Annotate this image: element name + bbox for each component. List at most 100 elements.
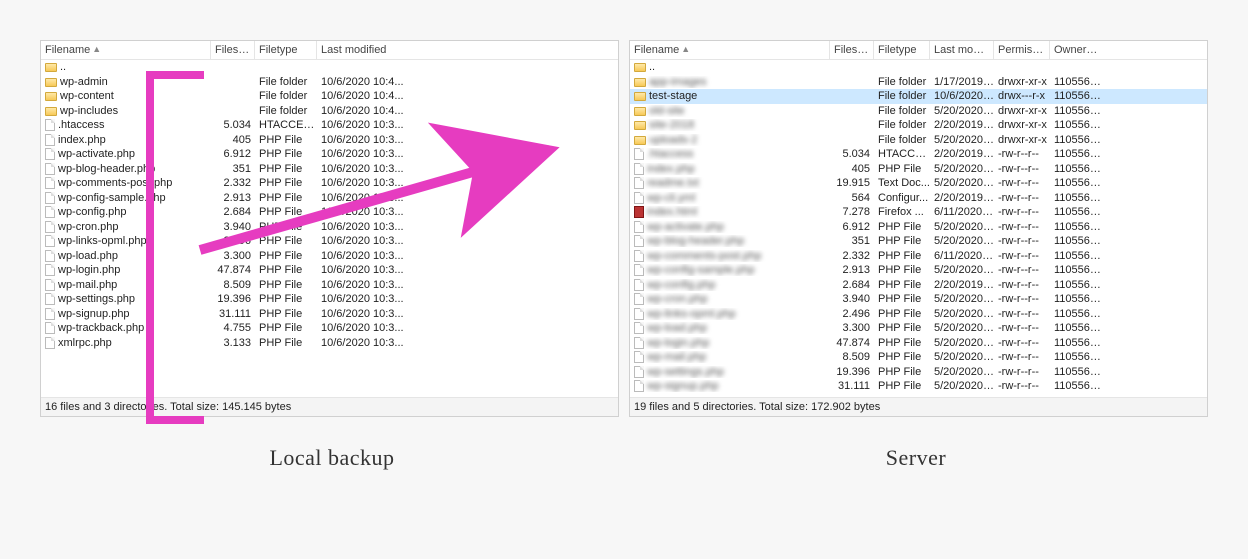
file-row[interactable]: wp-comments-post.php2.332PHP File10/6/20… [41,176,618,191]
file-row[interactable]: wp-cli.yml564Configur...2/20/2019 ...-rw… [630,191,1207,206]
cell-mod: 5/20/2020 ... [934,366,998,378]
cell-perm: -rw-r--r-- [998,337,1054,349]
file-row[interactable]: readme.txt19.915Text Doc...5/20/2020 ...… [630,176,1207,191]
cell-size: 31.111 [215,308,259,320]
column-header[interactable]: Filename▲ [630,41,830,59]
column-header[interactable]: Filesize [211,41,255,59]
file-name: wp-config-sample.php [58,192,166,204]
cell-perm: -rw-r--r-- [998,366,1054,378]
file-row[interactable]: .. [41,60,618,75]
folder-icon [634,92,646,101]
file-row[interactable]: app-imagesFile folder1/17/2019 ...drwxr-… [630,75,1207,90]
column-header[interactable]: Last modified [317,41,413,59]
cell-mod: 5/20/2020 ... [934,134,998,146]
column-header[interactable]: Permissi... [994,41,1050,59]
file-row[interactable]: wp-login.php47.874PHP File10/6/2020 10:3… [41,263,618,278]
file-row[interactable]: wp-comments-post.php2.332PHP File6/11/20… [630,249,1207,264]
file-row[interactable]: wp-blog-header.php351PHP File5/20/2020 .… [630,234,1207,249]
file-icon [634,366,644,378]
file-row[interactable]: index.html7.278Firefox ...6/11/2020 ...-… [630,205,1207,220]
cell-perm: drwxr-xr-x [998,134,1054,146]
file-name: wp-load.php [58,250,118,262]
file-row[interactable]: index.php405PHP File10/6/2020 10:3... [41,133,618,148]
cell-perm: -rw-r--r-- [998,221,1054,233]
file-row[interactable]: site-2018File folder2/20/2019 ...drwxr-x… [630,118,1207,133]
cell-mod: 10/6/2020 10:3... [321,221,417,233]
cell-mod: 5/20/2020 ... [934,105,998,117]
cell-mod: 5/20/2020 ... [934,380,998,392]
cell-type: PHP File [878,351,934,363]
file-row[interactable]: old-siteFile folder5/20/2020 ...drwxr-xr… [630,104,1207,119]
cell-size: 6.912 [834,221,878,233]
column-header[interactable]: Last modifi... [930,41,994,59]
file-row[interactable]: .. [630,60,1207,75]
file-row[interactable]: test-stageFile folder10/6/2020 ...drwx--… [630,89,1207,104]
file-row[interactable]: wp-mail.php8.509PHP File5/20/2020 ...-rw… [630,350,1207,365]
cell-type: HTACCESS ... [259,119,321,131]
cell-size: 405 [215,134,259,146]
file-row[interactable]: .htaccess5.034HTACCESS ...10/6/2020 10:3… [41,118,618,133]
file-row[interactable]: wp-config.php2.684PHP File2/20/2019 ...-… [630,278,1207,293]
column-header[interactable]: Owner/G... [1050,41,1102,59]
file-name: wp-settings.php [58,293,135,305]
file-row[interactable]: wp-signup.php31.111PHP File10/6/2020 10:… [41,307,618,322]
file-row[interactable]: wp-blog-header.php351PHP File10/6/2020 1… [41,162,618,177]
file-row[interactable]: wp-config-sample.php2.913PHP File5/20/20… [630,263,1207,278]
file-icon [45,177,55,189]
cell-size: 2.684 [834,279,878,291]
file-name: readme.txt [647,177,699,189]
column-header[interactable]: Filetype [874,41,930,59]
file-name: .. [649,61,655,73]
column-header[interactable]: Filetype [255,41,317,59]
file-row[interactable]: wp-trackback.php4.755PHP File10/6/2020 1… [41,321,618,336]
file-row[interactable]: wp-cron.php3.940PHP File10/6/2020 10:3..… [41,220,618,235]
cell-size: 31.111 [834,380,878,392]
file-row[interactable]: wp-config.php2.684PHP File10/6/2020 10:3… [41,205,618,220]
cell-type: PHP File [878,163,934,175]
cell-mod: 10/6/2020 ... [934,90,998,102]
cell-mod: 5/20/2020 ... [934,264,998,276]
file-row[interactable]: wp-includesFile folder10/6/2020 10:4... [41,104,618,119]
file-row[interactable]: wp-settings.php19.396PHP File5/20/2020 .… [630,365,1207,380]
file-row[interactable]: wp-cron.php3.940PHP File5/20/2020 ...-rw… [630,292,1207,307]
file-name: wp-admin [60,76,108,88]
file-row[interactable]: .htaccess5.034HTACCE...2/20/2019 ...-rw-… [630,147,1207,162]
cell-type: HTACCE... [878,148,934,160]
file-row[interactable]: wp-activate.php6.912PHP File5/20/2020 ..… [630,220,1207,235]
local-file-list[interactable]: ..wp-adminFile folder10/6/2020 10:4...wp… [41,60,618,397]
file-row[interactable]: index.php405PHP File5/20/2020 ...-rw-r--… [630,162,1207,177]
column-header[interactable]: Filename▲ [41,41,211,59]
file-name: test-stage [649,90,697,102]
file-row[interactable]: wp-links-opml.php2.496PHP File10/6/2020 … [41,234,618,249]
server-column-header[interactable]: Filename▲FilesizeFiletypeLast modifi...P… [630,41,1207,60]
cell-mod: 10/6/2020 10:3... [321,163,417,175]
file-row[interactable]: wp-adminFile folder10/6/2020 10:4... [41,75,618,90]
file-row[interactable]: wp-load.php3.300PHP File10/6/2020 10:3..… [41,249,618,264]
file-row[interactable]: wp-load.php3.300PHP File5/20/2020 ...-rw… [630,321,1207,336]
cell-type: File folder [878,105,934,117]
file-row[interactable]: wp-activate.php6.912PHP File10/6/2020 10… [41,147,618,162]
file-name: wp-content [60,90,114,102]
file-row[interactable]: wp-contentFile folder10/6/2020 10:4... [41,89,618,104]
cell-type: PHP File [878,366,934,378]
file-row[interactable]: xmlrpc.php3.133PHP File10/6/2020 10:3... [41,336,618,351]
file-row[interactable]: wp-config-sample.php2.913PHP File10/6/20… [41,191,618,206]
file-icon [45,250,55,262]
file-icon [45,192,55,204]
file-row[interactable]: wp-links-opml.php2.496PHP File5/20/2020 … [630,307,1207,322]
cell-type: Configur... [878,192,934,204]
server-file-list[interactable]: .. app-imagesFile folder1/17/2019 ...drwx… [630,60,1207,397]
folder-icon [634,121,646,130]
file-row[interactable]: wp-settings.php19.396PHP File10/6/2020 1… [41,292,618,307]
file-row[interactable]: wp-signup.php31.111PHP File5/20/2020 ...… [630,379,1207,394]
file-icon [45,308,55,320]
local-column-header[interactable]: Filename▲FilesizeFiletypeLast modified [41,41,618,60]
cell-own: 1105560... [1054,308,1106,320]
file-row[interactable]: wp-mail.php8.509PHP File10/6/2020 10:3..… [41,278,618,293]
file-row[interactable]: wp-login.php47.874PHP File5/20/2020 ...-… [630,336,1207,351]
column-header[interactable]: Filesize [830,41,874,59]
file-row[interactable]: uploads-2File folder5/20/2020 ...drwxr-x… [630,133,1207,148]
cell-mod: 10/6/2020 10:3... [321,134,417,146]
file-icon [634,293,644,305]
file-name: wp-comments-post.php [647,250,761,262]
